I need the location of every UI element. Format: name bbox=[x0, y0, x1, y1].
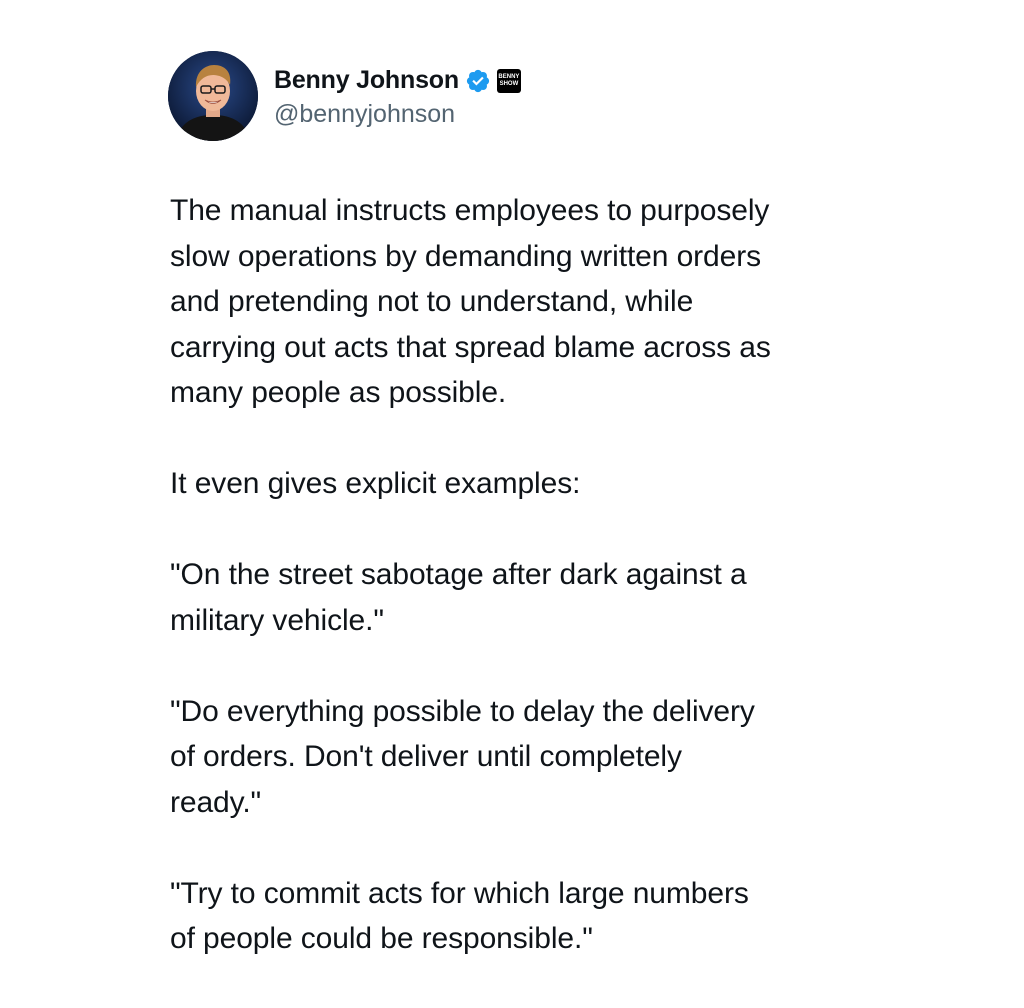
name-row: Benny Johnson BENNY SHOW bbox=[274, 64, 521, 98]
author-identity: Benny Johnson BENNY SHOW @bennyjohnson bbox=[274, 64, 521, 129]
tweet-paragraph: "Try to commit acts for which large numb… bbox=[170, 876, 749, 956]
affiliate-badge-icon[interactable]: BENNY SHOW bbox=[496, 68, 521, 93]
tweet-paragraph: "On the street sabotage after dark again… bbox=[170, 558, 747, 637]
avatar[interactable] bbox=[168, 51, 258, 141]
author-handle[interactable]: @bennyjohnson bbox=[274, 100, 521, 129]
affiliate-badge-text: BENNY SHOW bbox=[498, 73, 520, 87]
author-display-name[interactable]: Benny Johnson bbox=[274, 66, 459, 95]
avatar-photo bbox=[168, 51, 258, 141]
verified-badge-icon[interactable] bbox=[465, 68, 491, 94]
tweet-text: The manual instructs employees to purpos… bbox=[170, 188, 870, 962]
tweet-paragraph: It even gives explicit examples: bbox=[170, 467, 581, 500]
tweet-paragraph: "Do everything possible to delay the del… bbox=[170, 694, 755, 819]
tweet-paragraph: The manual instructs employees to purpos… bbox=[170, 194, 771, 409]
tweet-card: Benny Johnson BENNY SHOW @bennyjohnson T… bbox=[0, 0, 1024, 1008]
tweet-header: Benny Johnson BENNY SHOW @bennyjohnson bbox=[168, 50, 521, 142]
